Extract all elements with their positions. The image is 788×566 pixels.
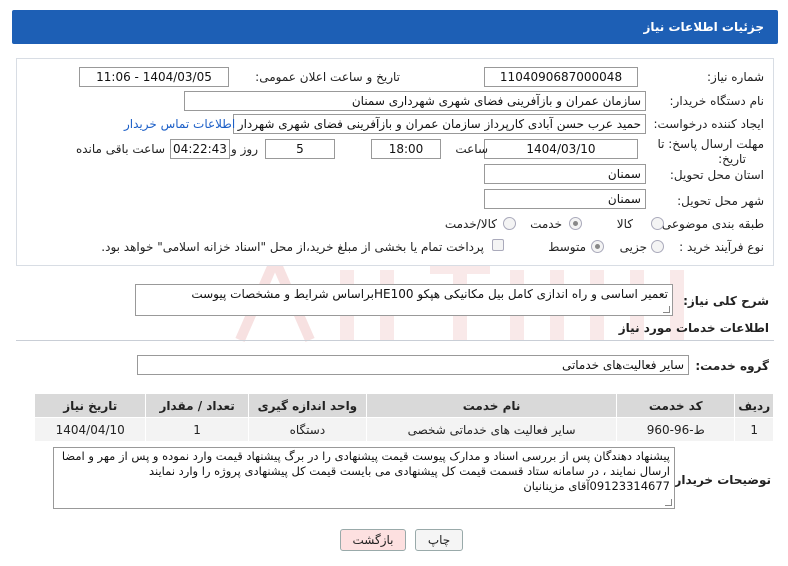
col-service-name: نام خدمت — [366, 393, 618, 418]
deadline-label: مهلت ارسال پاسخ: تا — [657, 137, 764, 151]
province-field: سمنان — [484, 164, 646, 184]
cell-row: 1 — [734, 417, 774, 442]
services-table: ردیف کد خدمت نام خدمت واحد اندازه گیری ت… — [33, 393, 774, 442]
summary-textarea: تعمیر اساسی و راه اندازی کامل بیل مکانیک… — [135, 284, 673, 316]
table-row: 1 ط-96-960 سایر فعالیت های خدماتی شخصی د… — [33, 417, 774, 442]
service-group-label: گروه خدمت: — [695, 359, 769, 373]
cell-quantity: 1 — [145, 417, 249, 442]
details-panel — [16, 58, 774, 266]
category-option-goods-service: کالا/خدمت — [444, 217, 497, 231]
announce-label: تاریخ و ساعت اعلان عمومی: — [255, 70, 400, 84]
buyer-notes-text: پیشنهاد دهندگان پس از بررسی اسناد و مدار… — [61, 449, 670, 493]
buyer-contact-link[interactable]: اطلاعات تماس خریدار — [124, 117, 235, 131]
col-need-date: تاریخ نیاز — [33, 393, 147, 418]
cell-need-date: 1404/04/10 — [33, 417, 147, 442]
col-quantity: تعداد / مقدار — [145, 393, 249, 418]
treasury-checkbox[interactable] — [492, 239, 504, 251]
service-group-field: سایر فعالیت‌های خدماتی — [137, 355, 689, 375]
need-number-field: 1104090687000048 — [484, 67, 638, 87]
back-button[interactable]: بازگشت — [340, 529, 406, 551]
creator-field: حمید عرب حسن آبادی کارپرداز سازمان عمران… — [233, 114, 646, 134]
process-option-minor: جزیی — [619, 240, 647, 254]
cell-unit: دستگاه — [247, 417, 368, 442]
creator-label: ایجاد کننده درخواست: — [653, 117, 764, 131]
deadline-date-field: 1404/03/10 — [484, 139, 638, 159]
city-field: سمنان — [484, 189, 646, 209]
col-unit: واحد اندازه گیری — [247, 393, 368, 418]
process-label: نوع فرآیند خرید : — [679, 240, 764, 254]
buyer-org-field: سازمان عمران و بازآفرینی فضای شهری شهردا… — [184, 91, 646, 111]
treasury-note: پرداخت تمام یا بخشی از مبلغ خرید،از محل … — [101, 240, 484, 254]
province-label: استان محل تحویل: — [669, 168, 764, 182]
process-radio-minor[interactable] — [651, 240, 664, 253]
col-service-code: کد خدمت — [616, 393, 736, 418]
process-option-medium: متوسط — [548, 240, 586, 254]
category-option-service: خدمت — [530, 217, 562, 231]
category-radio-goods[interactable] — [651, 217, 664, 230]
category-radio-goods-service[interactable] — [503, 217, 516, 230]
section-divider — [16, 340, 774, 341]
category-label: طبقه بندی موضوعی: — [657, 217, 764, 231]
days-label: روز و — [231, 142, 258, 156]
page-header: جزئیات اطلاعات نیاز — [12, 10, 778, 44]
deadline-date-label: تاریخ: — [718, 152, 746, 166]
buyer-org-label: نام دستگاه خریدار: — [669, 94, 765, 108]
city-label: شهر محل تحویل: — [677, 194, 764, 208]
services-section-title: اطلاعات خدمات مورد نیاز — [618, 321, 769, 335]
need-number-label: شماره نیاز: — [707, 70, 764, 84]
cell-service-code: ط-96-960 — [616, 417, 736, 442]
resize-handle-icon[interactable] — [663, 306, 670, 313]
category-radio-service[interactable] — [569, 217, 582, 230]
col-row: ردیف — [734, 393, 774, 418]
announce-field: 1404/03/05 - 11:06 — [79, 67, 229, 87]
category-option-goods: کالا — [616, 217, 633, 231]
summary-text: تعمیر اساسی و راه اندازی کامل بیل مکانیک… — [191, 287, 668, 301]
remaining-time-field: 04:22:43 — [170, 139, 230, 159]
table-header-row: ردیف کد خدمت نام خدمت واحد اندازه گیری ت… — [33, 393, 774, 418]
deadline-time-field: 18:00 — [371, 139, 441, 159]
deadline-time-label: ساعت — [455, 142, 488, 156]
resize-handle-icon[interactable] — [665, 499, 672, 506]
summary-label: شرح کلی نیاز: — [683, 294, 769, 308]
page-title: جزئیات اطلاعات نیاز — [643, 20, 764, 34]
process-radio-medium[interactable] — [591, 240, 604, 253]
cell-service-name: سایر فعالیت های خدماتی شخصی — [366, 417, 618, 442]
buyer-notes-label: توضیحات خریدار: — [669, 473, 771, 487]
remaining-label: ساعت باقی مانده — [75, 142, 165, 156]
buyer-notes-textarea: پیشنهاد دهندگان پس از بررسی اسناد و مدار… — [53, 447, 675, 509]
print-button[interactable]: چاپ — [415, 529, 463, 551]
days-field: 5 — [265, 139, 335, 159]
